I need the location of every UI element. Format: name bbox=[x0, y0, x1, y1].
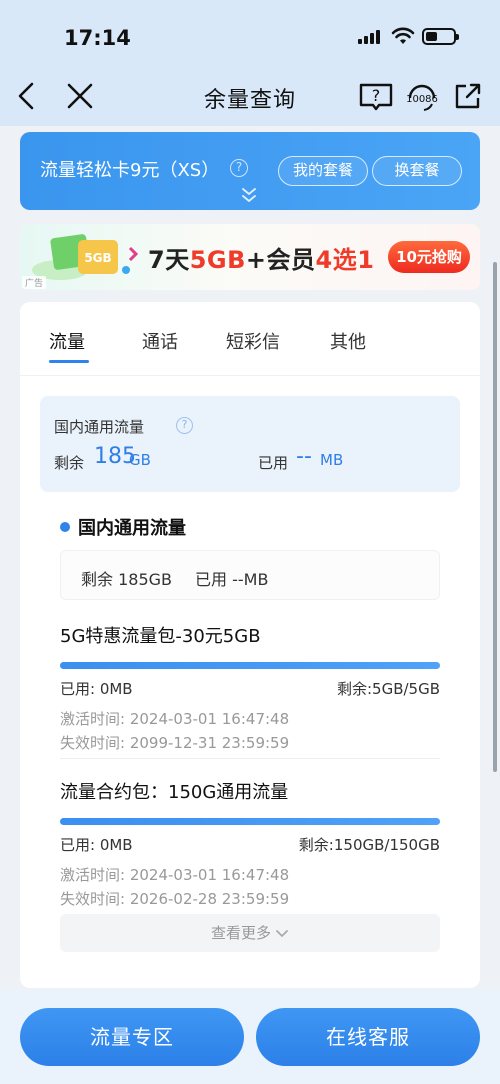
ad-text-3: +会员 bbox=[245, 246, 316, 274]
pack-progress-fill bbox=[60, 662, 440, 669]
data-zone-button[interactable]: 流量专区 bbox=[20, 1008, 244, 1066]
pack-expires: 失效时间: 2026-02-28 23:59:59 bbox=[60, 890, 290, 908]
pack-name: 5G特惠流量包-30元5GB bbox=[60, 626, 261, 647]
chevron-down-icon bbox=[276, 929, 288, 937]
section-used: 已用 --MB bbox=[195, 570, 269, 589]
pack-progress-bar bbox=[60, 662, 440, 669]
ad-text-1: 7天 bbox=[148, 246, 190, 274]
chevron-down-icon[interactable] bbox=[240, 186, 258, 204]
section-title: 国内通用流量 bbox=[78, 518, 186, 539]
view-more-label: 查看更多 bbox=[210, 924, 271, 942]
ad-tag: 广告 bbox=[22, 276, 47, 289]
bottom-bar: 流量专区 在线客服 bbox=[0, 990, 500, 1084]
section-dot bbox=[60, 522, 70, 532]
pack-remain: 剩余:150GB/150GB bbox=[298, 836, 440, 854]
help-book-icon[interactable]: ? bbox=[358, 80, 394, 112]
pack-activated: 激活时间: 2024-03-01 16:47:48 bbox=[60, 866, 290, 884]
wifi-icon bbox=[391, 27, 415, 44]
pack-expires: 失效时间: 2099-12-31 23:59:59 bbox=[60, 734, 290, 752]
summary-title: 国内通用流量 bbox=[54, 418, 145, 436]
view-more-button[interactable]: 查看更多 bbox=[60, 914, 440, 952]
remain-label: 剩余 bbox=[54, 454, 85, 472]
package-name: 流量轻松卡9元（XS） bbox=[40, 160, 220, 181]
question-icon[interactable]: ? bbox=[176, 417, 193, 434]
headset-label: 10086 bbox=[406, 94, 438, 105]
status-time: 17:14 bbox=[64, 26, 131, 50]
my-plan-button[interactable]: 我的套餐 bbox=[278, 156, 368, 186]
question-icon[interactable]: ? bbox=[230, 159, 248, 177]
package-card: 流量轻松卡9元（XS） ? 我的套餐 换套餐 bbox=[20, 132, 480, 210]
tab-sms[interactable]: 短彩信 bbox=[226, 328, 280, 354]
change-plan-button[interactable]: 换套餐 bbox=[372, 156, 462, 186]
section-remain: 剩余 185GB bbox=[81, 570, 173, 589]
ad-headline: 7天5GB+会员4选1 bbox=[148, 240, 374, 275]
used-value: -- bbox=[296, 444, 312, 469]
ad-buy-button[interactable]: 10元抢购 bbox=[388, 241, 470, 273]
pack-used: 已用: 0MB bbox=[60, 836, 133, 854]
divider bbox=[60, 758, 440, 759]
battery-icon bbox=[422, 28, 459, 45]
used-unit: MB bbox=[320, 451, 344, 469]
tab-calls[interactable]: 通话 bbox=[142, 328, 178, 354]
pack-used: 已用: 0MB bbox=[60, 680, 133, 698]
used-label: 已用 bbox=[258, 454, 289, 472]
pack-activated: 激活时间: 2024-03-01 16:47:48 bbox=[60, 710, 290, 728]
pack-progress-bar bbox=[60, 818, 440, 825]
ad-text-2: 5GB bbox=[189, 246, 246, 274]
pack-item: 5G特惠流量包-30元5GB 已用: 0MB 剩余:5GB/5GB 激活时间: … bbox=[60, 622, 440, 752]
pack-progress-fill bbox=[60, 818, 440, 825]
online-service-button[interactable]: 在线客服 bbox=[256, 1008, 480, 1066]
pack-remain: 剩余:5GB/5GB bbox=[336, 680, 440, 698]
pack-item: 流量合约包：150G通用流量 已用: 0MB 剩余:150GB/150GB 激活… bbox=[60, 778, 440, 908]
ad-text-4: 4选1 bbox=[315, 246, 375, 274]
tab-other[interactable]: 其他 bbox=[330, 328, 366, 354]
share-icon[interactable] bbox=[452, 80, 484, 112]
remain-unit: GB bbox=[129, 451, 151, 469]
headset-icon[interactable]: 10086 bbox=[404, 78, 440, 114]
pack-name: 流量合约包：150G通用流量 bbox=[60, 782, 289, 803]
ad-banner[interactable]: 5GB 广告 7天5GB+会员4选1 10元抢购 bbox=[20, 224, 480, 290]
tab-data[interactable]: 流量 bbox=[49, 328, 85, 354]
section-summary-box: 剩余 185GB 已用 --MB bbox=[60, 550, 440, 600]
ad-illustration: 5GB bbox=[32, 234, 139, 280]
ad-art-label: 5GB bbox=[84, 251, 111, 265]
signal-icon bbox=[358, 30, 380, 44]
status-bar: 17:14 bbox=[0, 0, 500, 70]
tab-underline bbox=[49, 360, 89, 363]
usage-summary: 国内通用流量 ? 剩余 185 GB 已用 -- MB bbox=[40, 396, 460, 492]
usage-card: 流量 通话 短彩信 其他 国内通用流量 ? 剩余 185 GB 已用 -- MB… bbox=[20, 302, 480, 988]
tab-bar: 流量 通话 短彩信 其他 bbox=[20, 302, 480, 376]
svg-text:?: ? bbox=[372, 86, 381, 105]
scrollbar[interactable] bbox=[493, 262, 497, 772]
nav-bar: 余量查询 ? 10086 bbox=[0, 70, 500, 126]
